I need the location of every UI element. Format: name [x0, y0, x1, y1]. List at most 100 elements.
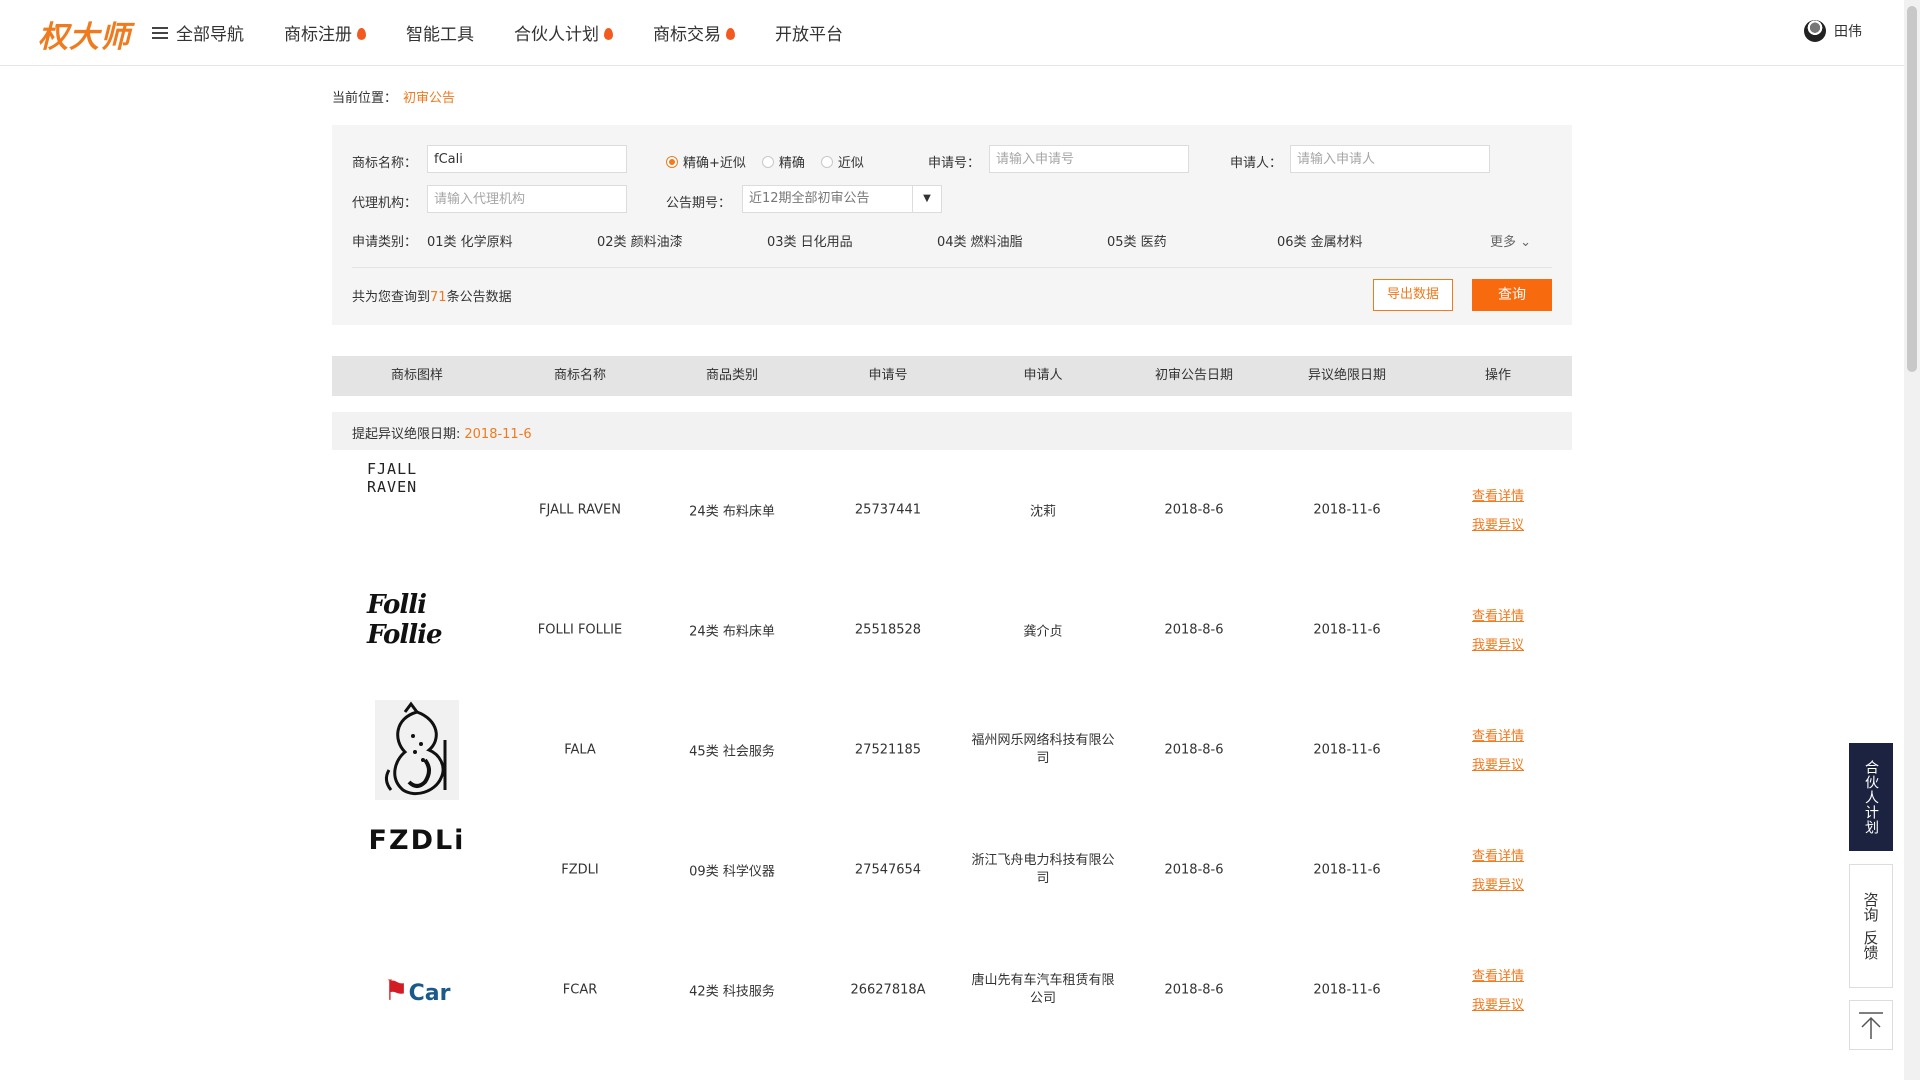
page-scrollbar[interactable]	[1904, 0, 1920, 1080]
view-details-link[interactable]: 查看详情	[1472, 722, 1524, 751]
breadcrumb: 当前位置： 初审公告	[332, 87, 455, 106]
search-panel: 商标名称： 精确+近似 精确 近似 申请号： 申请人： 代理机构： 公告期号： …	[332, 125, 1572, 325]
radio-icon	[761, 155, 774, 168]
back-to-top-icon	[1859, 1012, 1883, 1039]
view-details-link[interactable]: 查看详情	[1472, 962, 1524, 991]
fala-logo-image	[375, 700, 459, 800]
trademark-name: FOLLI FOLLIE	[537, 622, 623, 638]
dropdown-arrow-icon: ▼	[912, 186, 941, 212]
publication-date: 2018-8-6	[1164, 982, 1224, 998]
nav-item-partner-plan[interactable]: 合伙人计划	[514, 20, 613, 45]
trademark-name-input[interactable]	[427, 145, 627, 173]
column-header: 申请人	[1023, 368, 1063, 383]
query-button[interactable]: 查询	[1472, 279, 1552, 311]
consult-feedback-float: 咨询 反馈	[1849, 864, 1893, 988]
applicant: 龚介贞	[1023, 624, 1063, 640]
count-prefix: 共为您查询到	[352, 290, 431, 305]
trademark-image-text: FZDLi	[368, 824, 466, 856]
trademark-image[interactable]: Folli Follie	[367, 570, 467, 670]
category-01[interactable]: 01类 化学原料	[427, 231, 513, 250]
breadcrumb-current[interactable]: 初审公告	[403, 91, 455, 106]
goods-category: 24类 布料床单	[689, 504, 775, 520]
brand-logo[interactable]: 权大师	[38, 12, 131, 56]
issue-number-select[interactable]: 近12期全部初审公告 ▼	[742, 185, 942, 213]
agency-input[interactable]	[427, 185, 627, 213]
radio-exact[interactable]: 精确	[761, 152, 805, 171]
export-data-button[interactable]: 导出数据	[1373, 279, 1453, 311]
group-label: 提起异议绝限日期: 2018-11-6	[352, 423, 532, 442]
nav-item-label: 商标交易	[653, 25, 721, 45]
table-row: ⚑Car FCAR 42类 科技服务 26627818A 唐山先有车汽车租赁有限…	[332, 930, 1572, 1050]
application-number: 27521185	[854, 742, 922, 758]
file-objection-link[interactable]: 我要异议	[1472, 871, 1524, 900]
nav-item-label: 智能工具	[406, 25, 474, 45]
trademark-name: FJALL RAVEN	[539, 502, 621, 518]
feedback-button[interactable]: 反馈	[1861, 930, 1882, 960]
objection-deadline: 2018-11-6	[1313, 622, 1381, 638]
nav-item-label: 开放平台	[775, 25, 843, 45]
trademark-image[interactable]: FZDLi	[367, 790, 467, 890]
trademark-image[interactable]: ⚑Car	[367, 940, 467, 1040]
nav-item-smart-tools[interactable]: 智能工具	[406, 20, 474, 45]
applicant-input[interactable]	[1290, 145, 1490, 173]
view-details-link[interactable]: 查看详情	[1472, 842, 1524, 871]
radio-icon	[820, 155, 833, 168]
trademark-name-label: 商标名称：	[352, 156, 418, 171]
main-nav: 全部导航 商标注册 智能工具 合伙人计划 商标交易 开放平台	[152, 0, 883, 65]
nav-item-label: 合伙人计划	[514, 25, 599, 45]
radio-similar[interactable]: 近似	[820, 152, 864, 171]
row-actions: 查看详情 我要异议	[1472, 962, 1524, 1020]
count-number: 71	[430, 290, 447, 305]
more-categories-button[interactable]: 更多 ⌄	[1490, 231, 1531, 250]
group-label-text: 提起异议绝限日期:	[352, 427, 461, 442]
group-date: 2018-11-6	[464, 427, 532, 442]
scrollbar-thumb[interactable]	[1907, 6, 1917, 372]
file-objection-link[interactable]: 我要异议	[1472, 751, 1524, 780]
radio-exact-similar[interactable]: 精确+近似	[666, 152, 746, 171]
trademark-image-text: ⚑Car	[384, 974, 451, 1007]
trademark-name: FZDLI	[561, 862, 599, 878]
nav-item-open-platform[interactable]: 开放平台	[775, 20, 843, 45]
applicant: 福州网乐网络科技有限公司	[971, 733, 1115, 766]
category-label: 申请类别：	[352, 235, 418, 250]
column-header: 商品类别	[705, 368, 759, 383]
user-menu[interactable]: 田伟	[1804, 20, 1862, 42]
category-02[interactable]: 02类 颜料油漆	[597, 231, 683, 250]
application-number-input[interactable]	[989, 145, 1189, 173]
consult-button[interactable]: 咨询	[1861, 892, 1882, 922]
nav-item-trademark-register[interactable]: 商标注册	[284, 20, 366, 45]
partner-plan-float-button[interactable]: 合伙人计划	[1849, 743, 1893, 851]
application-number: 25737441	[854, 502, 922, 518]
trademark-name: FALA	[564, 742, 596, 758]
file-objection-link[interactable]: 我要异议	[1472, 631, 1524, 660]
flame-icon	[357, 27, 366, 40]
table-row: FJALL RAVEN FJALL RAVEN 24类 布料床单 2573744…	[332, 450, 1572, 570]
divider	[352, 267, 1552, 268]
objection-deadline: 2018-11-6	[1313, 502, 1381, 518]
agency-label: 代理机构：	[352, 196, 418, 211]
category-05[interactable]: 05类 医药	[1107, 231, 1167, 250]
nav-item-label: 商标注册	[284, 25, 352, 45]
radio-label: 精确+近似	[683, 156, 746, 171]
back-to-top-button[interactable]	[1849, 1000, 1893, 1050]
trademark-image[interactable]: FJALL RAVEN	[367, 460, 467, 560]
avatar	[1804, 20, 1826, 42]
trademark-image[interactable]	[367, 700, 467, 800]
nav-all[interactable]: 全部导航	[152, 20, 244, 45]
column-header: 操作	[1484, 368, 1512, 383]
breadcrumb-prefix: 当前位置：	[332, 91, 398, 106]
publication-date: 2018-8-6	[1164, 862, 1224, 878]
category-03[interactable]: 03类 日化用品	[767, 231, 853, 250]
category-06[interactable]: 06类 金属材料	[1277, 231, 1363, 250]
trademark-image-text: Folli Follie	[367, 590, 443, 650]
file-objection-link[interactable]: 我要异议	[1472, 991, 1524, 1020]
flame-icon	[726, 27, 735, 40]
file-objection-link[interactable]: 我要异议	[1472, 511, 1524, 540]
view-details-link[interactable]: 查看详情	[1472, 602, 1524, 631]
category-04[interactable]: 04类 燃料油脂	[937, 231, 1023, 250]
view-details-link[interactable]: 查看详情	[1472, 482, 1524, 511]
table-row: FALA 45类 社会服务 27521185 福州网乐网络科技有限公司 2018…	[332, 690, 1572, 810]
nav-item-trademark-trade[interactable]: 商标交易	[653, 20, 735, 45]
column-header: 异议绝限日期	[1307, 368, 1387, 383]
deadline-group-row: 提起异议绝限日期: 2018-11-6	[332, 412, 1572, 450]
